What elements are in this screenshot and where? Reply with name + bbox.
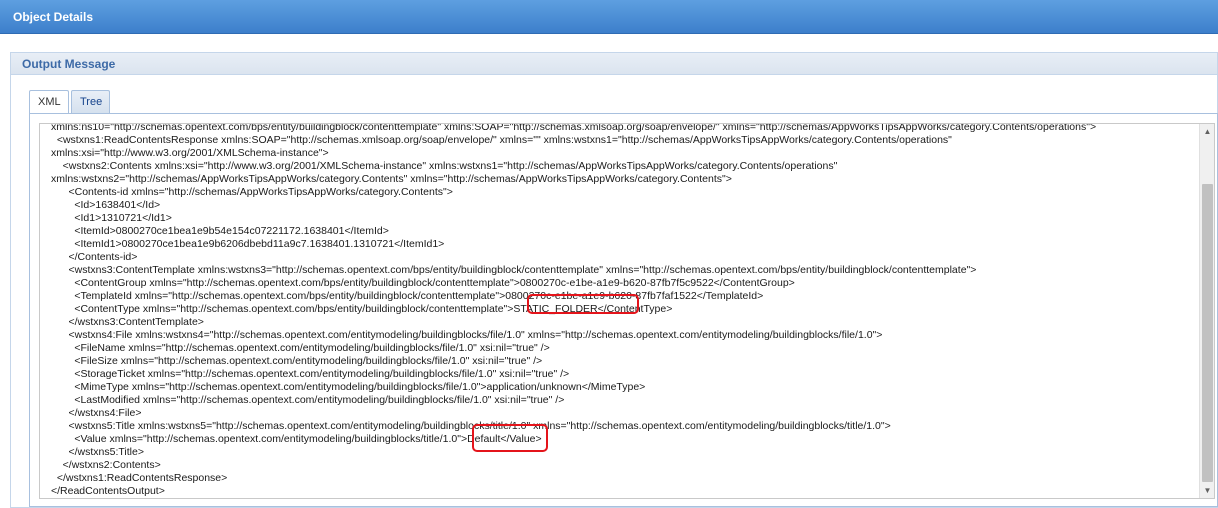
xml-line: <FileName xmlns="http://schemas.opentext… — [51, 342, 550, 354]
xml-line: <Value xmlns="http://schemas.opentext.co… — [51, 433, 542, 445]
tab-content: xmlns:ns10="http://schemas.opentext.com/… — [29, 113, 1218, 507]
tab-tree[interactable]: Tree — [71, 90, 110, 114]
xml-line: <Id1>1310721</Id1> — [51, 212, 172, 224]
xml-line: <wstxns2:Contents xmlns:xsi="http://www.… — [51, 160, 838, 172]
scroll-down-arrow-icon[interactable]: ▼ — [1200, 483, 1214, 498]
xml-line: <wstxns4:File xmlns:wstxns4="http://sche… — [51, 329, 883, 341]
xml-line: <ContentGroup xmlns="http://schemas.open… — [51, 277, 795, 289]
xml-line: <wstxns5:Title xmlns:wstxns5="http://sch… — [51, 420, 891, 432]
xml-line: <wstxns1:ReadContentsResponse xmlns:SOAP… — [51, 134, 952, 146]
xml-line: <StorageTicket xmlns="http://schemas.ope… — [51, 368, 570, 380]
xml-line: </wstxns2:Contents> — [51, 459, 161, 471]
tab-xml[interactable]: XML — [29, 90, 69, 115]
xml-line: <Id>1638401</Id> — [51, 199, 161, 211]
xml-line: </wstxns3:ContentTemplate> — [51, 316, 204, 328]
scroll-up-arrow-icon[interactable]: ▲ — [1200, 124, 1214, 139]
xml-line: xmlns:xsi="http://www.w3.org/2001/XMLSch… — [51, 147, 329, 159]
xml-line: <ItemId1>0800270ce1bea1e9b6206dbebd11a9c… — [51, 238, 445, 250]
xml-line: </Contents-id> — [51, 251, 138, 263]
xml-line: </wstxns4:File> — [51, 407, 142, 419]
xml-output-viewer[interactable]: xmlns:ns10="http://schemas.opentext.com/… — [39, 123, 1215, 499]
xml-text: xmlns:ns10="http://schemas.opentext.com/… — [40, 123, 1198, 498]
xml-line: </ReadContentsOutput> — [51, 485, 165, 497]
xml-line: </wstxns5:Title> — [51, 446, 144, 458]
output-message-panel: Output Message XML Tree xmlns:ns10="http… — [10, 52, 1218, 508]
panel-title: Output Message — [22, 57, 116, 71]
object-details-titlebar: Object Details — [0, 0, 1218, 34]
xml-line: <MimeType xmlns="http://schemas.opentext… — [51, 381, 646, 393]
xml-line: xmlns:wstxns2="http://schemas/AppWorksTi… — [51, 173, 732, 185]
xml-line: <Contents-id xmlns="http://schemas/AppWo… — [51, 186, 453, 198]
xml-line: <ContentType xmlns="http://schemas.opent… — [51, 303, 673, 315]
xml-line: <ItemId>0800270ce1bea1e9b54e154c07221172… — [51, 225, 389, 237]
xml-line: <wstxns3:ContentTemplate xmlns:wstxns3="… — [51, 264, 977, 276]
window-title: Object Details — [13, 10, 94, 24]
scrollbar-thumb[interactable] — [1202, 184, 1213, 482]
xml-line: </wstxns1:ReadContentsResponse> — [51, 472, 228, 484]
xml-line: <FileSize xmlns="http://schemas.opentext… — [51, 355, 543, 367]
panel-header: Output Message — [11, 53, 1217, 75]
vertical-scrollbar[interactable]: ▲ ▼ — [1199, 124, 1214, 498]
xml-line: <LastModified xmlns="http://schemas.open… — [51, 394, 565, 406]
xml-line: xmlns:ns10="http://schemas.opentext.com/… — [51, 123, 1097, 133]
xml-line: <TemplateId xmlns="http://schemas.opente… — [51, 290, 764, 302]
